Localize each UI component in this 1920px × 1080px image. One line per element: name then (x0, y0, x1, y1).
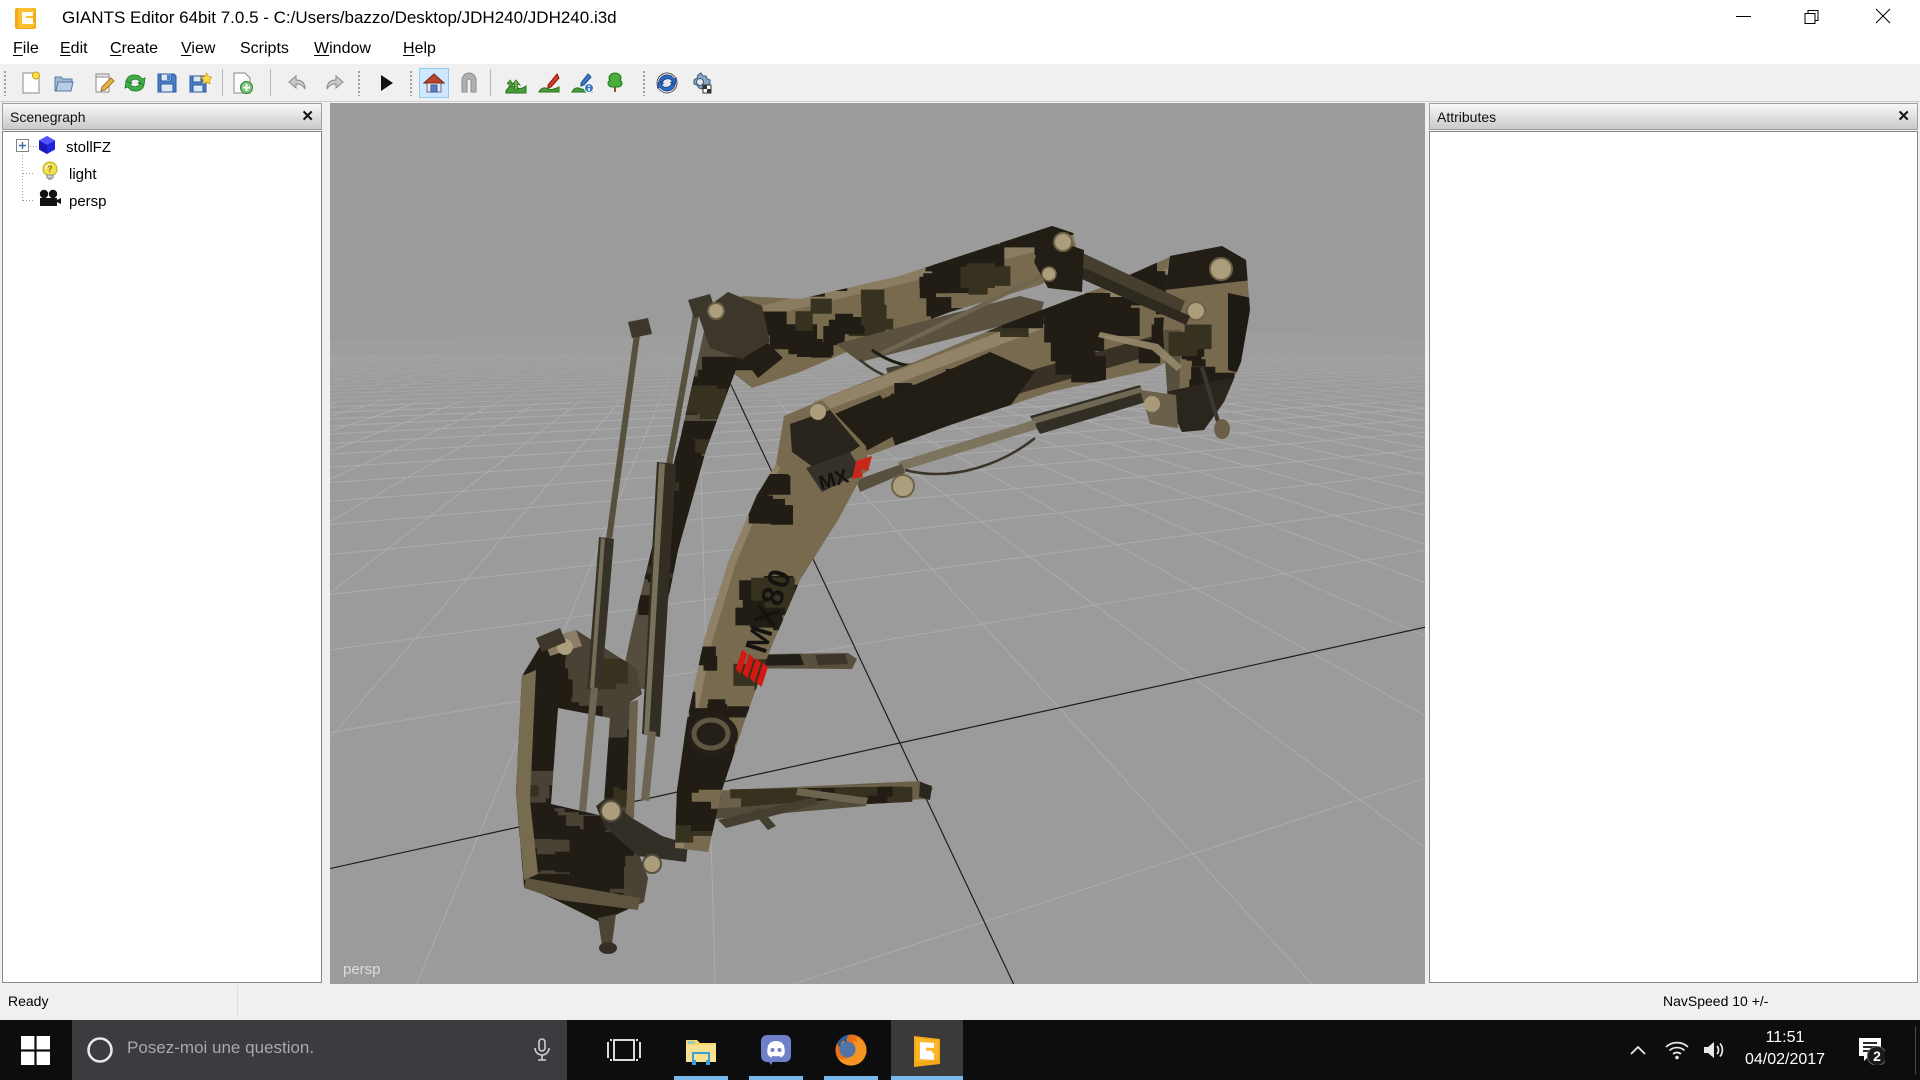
svg-text:?: ? (47, 164, 53, 174)
svg-text:2: 2 (1873, 1048, 1881, 1064)
